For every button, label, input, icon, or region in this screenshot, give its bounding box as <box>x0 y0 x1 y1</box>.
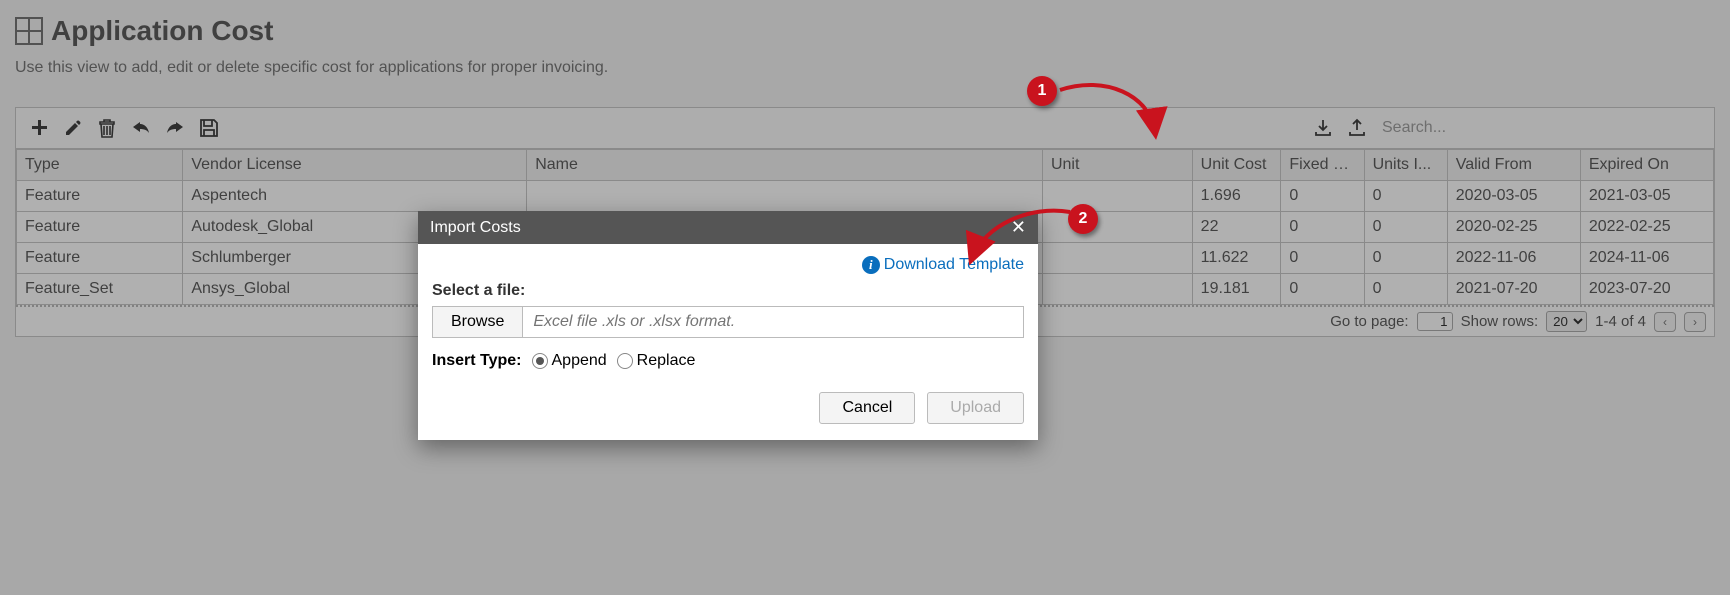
select-file-label: Select a file: <box>432 282 1024 300</box>
append-radio[interactable]: Append <box>532 352 607 370</box>
dialog-title: Import Costs <box>430 219 521 237</box>
file-input[interactable] <box>523 306 1024 338</box>
replace-radio[interactable]: Replace <box>617 352 696 370</box>
dialog-header: Import Costs ✕ <box>418 211 1038 244</box>
annotation-arrow-2 <box>960 200 1080 270</box>
annotation-arrow-1 <box>1055 80 1175 150</box>
replace-label: Replace <box>637 352 696 370</box>
radio-icon <box>532 353 548 369</box>
browse-button[interactable]: Browse <box>432 306 523 338</box>
info-icon: i <box>862 256 880 274</box>
import-costs-dialog: Import Costs ✕ i Download Template Selec… <box>418 211 1038 440</box>
cancel-button[interactable]: Cancel <box>819 392 915 424</box>
insert-type-label: Insert Type: <box>432 352 522 370</box>
radio-icon <box>617 353 633 369</box>
annotation-badge-2: 2 <box>1068 204 1098 234</box>
append-label: Append <box>552 352 607 370</box>
annotation-badge-1: 1 <box>1027 76 1057 106</box>
upload-button[interactable]: Upload <box>927 392 1024 424</box>
